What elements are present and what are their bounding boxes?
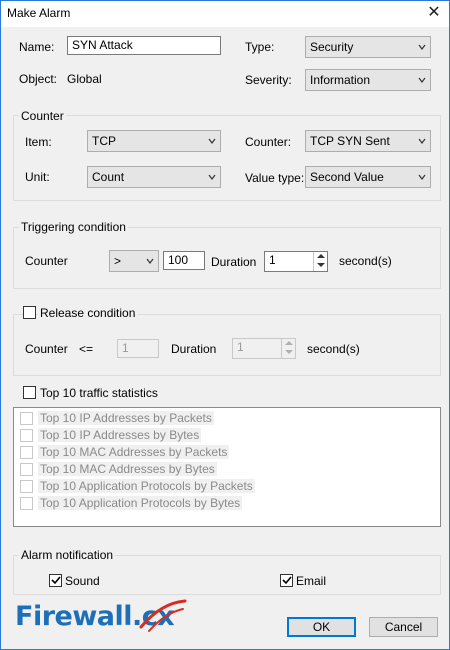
chevron-down-icon — [418, 174, 426, 180]
triggering-duration-label: Duration — [211, 255, 257, 269]
close-button[interactable]: ✕ — [423, 3, 445, 23]
counter-select[interactable]: TCP SYN Sent — [305, 130, 431, 152]
item-select[interactable]: TCP — [87, 130, 221, 152]
list-item-label: Top 10 MAC Addresses by Packets — [38, 445, 230, 459]
triggering-unit-label: second(s) — [339, 254, 392, 268]
release-unit-label: second(s) — [307, 342, 360, 356]
chevron-down-icon — [146, 258, 154, 264]
spin-up-icon[interactable] — [317, 254, 325, 258]
sound-checkbox[interactable] — [49, 574, 62, 587]
checkmark-icon — [51, 576, 61, 585]
notification-group-title: Alarm notification — [19, 548, 116, 562]
release-duration-value: 1 — [237, 340, 244, 354]
triggering-threshold-input[interactable]: 100 — [163, 251, 205, 270]
list-item-label: Top 10 IP Addresses by Bytes — [38, 428, 202, 442]
name-label: Name: — [19, 40, 55, 54]
spin-up-icon[interactable] — [285, 341, 293, 345]
release-counter-label: Counter — [25, 342, 68, 356]
release-condition-checkbox[interactable] — [23, 306, 36, 319]
counter-select-value: TCP SYN Sent — [310, 134, 390, 148]
triggering-operator-select[interactable]: > — [109, 250, 159, 272]
severity-select-value: Information — [310, 73, 371, 87]
list-item-checkbox[interactable] — [20, 429, 33, 442]
name-input[interactable]: SYN Attack — [67, 36, 221, 55]
unit-label: Unit: — [25, 170, 50, 184]
type-select-value: Security — [310, 40, 354, 54]
make-alarm-dialog: Make Alarm ✕ Name: SYN Attack Type: Secu… — [0, 0, 450, 650]
top10-title: Top 10 traffic statistics — [40, 386, 158, 400]
cancel-button[interactable]: Cancel — [369, 617, 438, 637]
release-group — [13, 314, 441, 376]
logo-swoosh-icon — [139, 599, 187, 632]
triggering-duration-input[interactable]: 1 — [264, 251, 328, 272]
value-type-label: Value type: — [245, 171, 305, 185]
severity-label: Severity: — [245, 73, 292, 87]
item-select-value: TCP — [92, 134, 116, 148]
list-item-checkbox[interactable] — [20, 463, 33, 476]
list-item-label: Top 10 MAC Addresses by Bytes — [38, 462, 217, 476]
email-label: Email — [296, 574, 327, 588]
triggering-duration-spinner[interactable] — [313, 252, 327, 271]
triggering-counter-label: Counter — [25, 254, 68, 268]
type-label: Type: — [245, 40, 275, 54]
firewall-cx-logo: Firewall.cx — [15, 599, 195, 641]
list-item-label: Top 10 Application Protocols by Packets — [38, 479, 255, 493]
checkmark-icon — [282, 576, 292, 585]
close-icon: ✕ — [427, 4, 441, 21]
list-item-label: Top 10 Application Protocols by Bytes — [38, 496, 243, 510]
release-operator: <= — [79, 342, 94, 356]
triggering-duration-value: 1 — [269, 253, 276, 267]
list-item-label: Top 10 IP Addresses by Packets — [38, 411, 214, 425]
counter-group-title: Counter — [19, 109, 66, 123]
release-group-title: Release condition — [38, 306, 138, 320]
chevron-down-icon — [208, 138, 216, 144]
title-bar: Make Alarm ✕ — [1, 1, 449, 27]
top10-checkbox[interactable] — [23, 386, 36, 399]
top10-list: Top 10 IP Addresses by Packets Top 10 IP… — [13, 407, 441, 527]
window-title: Make Alarm — [7, 6, 71, 20]
type-select[interactable]: Security — [305, 36, 431, 58]
counter-label: Counter: — [245, 135, 292, 149]
unit-select-value: Count — [92, 170, 125, 184]
value-type-select[interactable]: Second Value — [305, 166, 431, 188]
release-duration-spinner[interactable] — [281, 339, 295, 358]
release-duration-label: Duration — [171, 342, 217, 356]
chevron-down-icon — [418, 138, 426, 144]
ok-button[interactable]: OK — [287, 617, 356, 637]
list-item-checkbox[interactable] — [20, 412, 33, 425]
chevron-down-icon — [418, 77, 426, 83]
item-label: Item: — [25, 135, 52, 149]
spin-down-icon[interactable] — [317, 263, 325, 267]
unit-select[interactable]: Count — [87, 166, 221, 188]
list-item-checkbox[interactable] — [20, 497, 33, 510]
triggering-operator-value: > — [114, 254, 122, 268]
list-item-checkbox[interactable] — [20, 446, 33, 459]
spin-down-icon[interactable] — [285, 350, 293, 354]
value-type-select-value: Second Value — [310, 170, 384, 184]
release-duration-input[interactable]: 1 — [232, 338, 296, 359]
chevron-down-icon — [208, 174, 216, 180]
chevron-down-icon — [418, 44, 426, 50]
release-threshold-input[interactable]: 1 — [117, 339, 159, 358]
object-label: Object: — [19, 72, 58, 86]
object-value: Global — [67, 72, 102, 86]
severity-select[interactable]: Information — [305, 69, 431, 91]
triggering-group-title: Triggering condition — [19, 220, 128, 234]
email-checkbox[interactable] — [280, 574, 293, 587]
counter-group — [13, 115, 441, 201]
sound-label: Sound — [65, 574, 100, 588]
list-item-checkbox[interactable] — [20, 480, 33, 493]
